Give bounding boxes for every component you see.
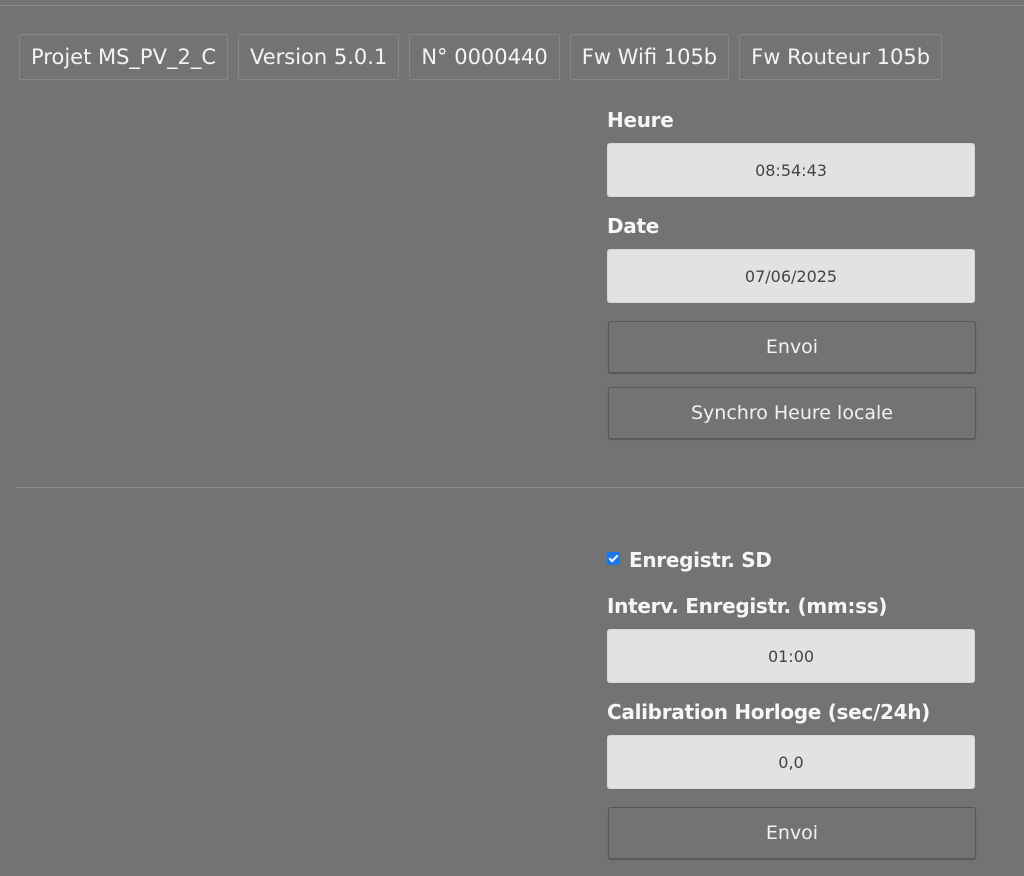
heure-input[interactable] [607,143,975,197]
interval-label: Interv. Enregistr. (mm:ss) [607,594,888,618]
recording-send-button[interactable]: Envoi [608,807,976,859]
top-rule [0,5,1024,6]
tag-project: Projet MS_PV_2_C [19,34,228,80]
heure-label: Heure [607,108,674,132]
sync-local-time-button[interactable]: Synchro Heure locale [608,387,976,439]
section-divider [16,487,1024,488]
sd-record-label: Enregistr. SD [629,548,772,572]
tag-serial: N° 0000440 [409,34,560,80]
sd-record-checkbox[interactable] [607,551,620,565]
clock-panel: Heure Date Envoi Synchro Heure locale [607,106,976,439]
calibration-input[interactable] [607,735,975,789]
clock-send-button[interactable]: Envoi [608,321,976,373]
tag-version: Version 5.0.1 [237,34,400,80]
tag-fw-wifi: Fw Wifi 105b [569,34,730,80]
calibration-label: Calibration Horloge (sec/24h) [607,700,930,724]
tag-fw-router: Fw Routeur 105b [739,34,943,80]
interval-input[interactable] [607,629,975,683]
date-input[interactable] [607,249,975,303]
date-label: Date [607,214,660,238]
recording-panel: Enregistr. SD Interv. Enregistr. (mm:ss)… [607,545,976,859]
sd-record-checkbox-row[interactable]: Enregistr. SD [607,545,976,575]
info-tags: Projet MS_PV_2_C Version 5.0.1 N° 000044… [19,34,943,80]
